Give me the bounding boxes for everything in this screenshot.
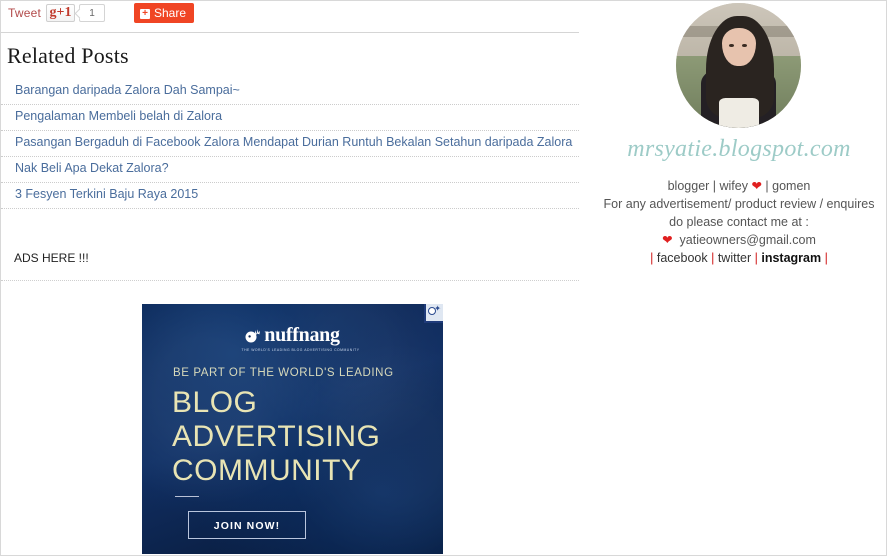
join-now-button[interactable]: JOIN NOW!: [188, 511, 306, 539]
heart-icon: ❤: [751, 179, 762, 193]
ad-big-line-3: COMMUNITY: [172, 454, 362, 487]
dotted-divider: [1, 279, 579, 281]
main-content-column: Tweet g+1 1 + Share Related Posts Baranga…: [1, 1, 591, 555]
nuffnang-ad-banner[interactable]: ✦ nuffnang The World's Leading Blog Adve…: [142, 304, 443, 554]
pipe-separator: |: [754, 251, 758, 265]
contact-line-2: do please contact me at :: [669, 215, 809, 229]
ad-big-line-1: BLOG: [172, 386, 258, 419]
related-posts-heading: Related Posts: [7, 43, 129, 68]
sidebar-social-links: | facebook | twitter | instagram |: [591, 249, 886, 267]
pipe-separator: |: [824, 251, 828, 265]
avatar: [676, 3, 801, 128]
nuffnang-logo: nuffnang The World's Leading Blog Advert…: [142, 324, 443, 352]
ad-headline: BE PART OF THE WORLD'S LEADING: [173, 367, 394, 379]
adchoices-icon[interactable]: ✦: [424, 304, 443, 323]
adchoices-star: ✦: [434, 304, 441, 313]
sidebar-about-block: blogger | wifey ❤ | gomen For any advert…: [591, 177, 886, 267]
tweet-button[interactable]: Tweet: [8, 5, 41, 21]
tagline-post-text: | gomen: [761, 179, 811, 193]
page-root: Tweet g+1 1 + Share Related Posts Baranga…: [0, 0, 887, 556]
ad-big-line-2: ADVERTISING: [172, 420, 381, 453]
related-post-item[interactable]: Barangan daripada Zalora Dah Sampai~: [1, 79, 579, 105]
pipe-separator: |: [650, 251, 654, 265]
related-post-link[interactable]: Barangan daripada Zalora Dah Sampai~: [15, 79, 240, 101]
related-post-item[interactable]: Pengalaman Membeli belah di Zalora: [1, 105, 579, 131]
heart-icon: ❤: [662, 233, 673, 247]
related-post-link[interactable]: 3 Fesyen Terkini Baju Raya 2015: [15, 183, 198, 205]
contact-email-line: ❤ yatieowners@gmail.com: [591, 231, 886, 249]
related-post-link[interactable]: Pasangan Bergaduh di Facebook Zalora Men…: [15, 131, 572, 153]
sidebar-tagline: blogger | wifey ❤ | gomen: [591, 177, 886, 195]
related-post-link[interactable]: Pengalaman Membeli belah di Zalora: [15, 105, 222, 127]
gplus-count-bubble[interactable]: 1: [79, 4, 105, 22]
google-plus-one-button[interactable]: g+1: [46, 4, 75, 22]
nuffnang-mark-icon: [245, 328, 262, 344]
twitter-link[interactable]: twitter: [718, 251, 751, 265]
related-post-item[interactable]: Nak Beli Apa Dekat Zalora?: [1, 157, 579, 183]
avatar-face: [722, 28, 756, 66]
nuffnang-tagline: The World's Leading Blog Advertising Com…: [241, 348, 360, 352]
right-sidebar: mrsyatie.blogspot.com blogger | wifey ❤ …: [591, 1, 886, 555]
ad-divider-dash: [175, 496, 199, 497]
instagram-link[interactable]: instagram: [761, 251, 821, 265]
ads-placeholder-text: ADS HERE !!!: [14, 251, 89, 265]
related-post-item[interactable]: 3 Fesyen Terkini Baju Raya 2015: [1, 183, 579, 209]
gplus-icon: g+1: [49, 5, 72, 20]
nuffnang-wordmark: nuffnang: [264, 324, 340, 346]
blog-watermark: mrsyatie.blogspot.com: [627, 136, 851, 162]
contact-email: yatieowners@gmail.com: [679, 233, 816, 247]
related-posts-section: Related Posts Barangan daripada Zalora D…: [1, 43, 579, 209]
plus-icon: +: [140, 9, 150, 19]
social-share-bar: Tweet g+1 1 + Share: [1, 1, 591, 31]
share-button-label: Share: [154, 6, 187, 20]
contact-line-1: For any advertisement/ product review / …: [603, 197, 875, 211]
related-post-link[interactable]: Nak Beli Apa Dekat Zalora?: [15, 157, 169, 179]
share-button[interactable]: + Share: [134, 3, 195, 23]
horizontal-divider: [1, 32, 579, 33]
related-post-item[interactable]: Pasangan Bergaduh di Facebook Zalora Men…: [1, 131, 579, 157]
facebook-link[interactable]: facebook: [657, 251, 708, 265]
avatar-shirt: [718, 98, 759, 128]
ad-big-text: BLOG ADVERTISING COMMUNITY: [172, 386, 380, 488]
tagline-pre-text: blogger | wifey: [667, 179, 752, 193]
pipe-separator: |: [711, 251, 715, 265]
